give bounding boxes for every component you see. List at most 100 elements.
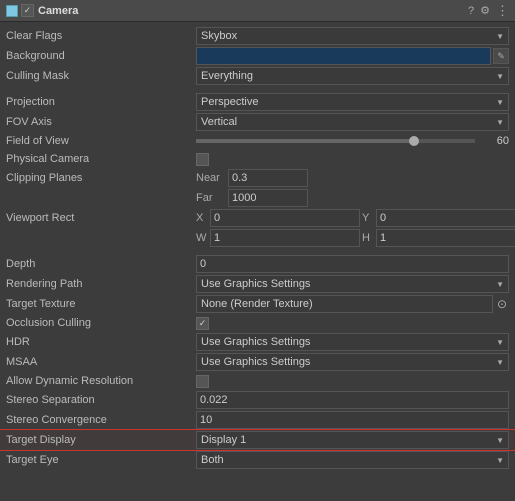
target-texture-value: None (Render Texture) ⊙ [196, 295, 509, 313]
fov-slider-track[interactable] [196, 139, 475, 143]
target-texture-select-icon[interactable]: ⊙ [495, 297, 509, 311]
clear-flags-arrow: ▼ [496, 32, 504, 41]
occlusion-culling-label: Occlusion Culling [6, 317, 196, 329]
rendering-path-value: Use Graphics Settings ▼ [196, 275, 509, 293]
background-edit-icon[interactable]: ✎ [493, 48, 509, 64]
viewport-y-input[interactable] [376, 209, 515, 227]
allow-dynamic-resolution-value [196, 375, 509, 388]
help-icon[interactable]: ? [468, 5, 474, 17]
viewport-x-item: X [196, 209, 360, 227]
far-label: Far [196, 192, 224, 204]
viewport-x-label: X [196, 212, 208, 224]
occlusion-culling-row: Occlusion Culling [0, 314, 515, 332]
panel-type-icon [6, 5, 18, 17]
fov-slider-value: 60 [479, 135, 509, 147]
viewport-h-label: H [362, 232, 374, 244]
physical-camera-row: Physical Camera [0, 150, 515, 168]
viewport-h-input[interactable] [376, 229, 515, 247]
clear-flags-dropdown[interactable]: Skybox ▼ [196, 27, 509, 45]
near-label: Near [196, 172, 224, 184]
viewport-rect-label: Viewport Rect [6, 212, 196, 224]
viewport-w-item: W [196, 229, 360, 247]
physical-camera-value [196, 153, 509, 166]
physical-camera-label: Physical Camera [6, 153, 196, 165]
occlusion-culling-checkbox[interactable] [196, 317, 209, 330]
viewport-h-item: H [362, 229, 515, 247]
far-input[interactable] [228, 189, 308, 207]
depth-input[interactable] [196, 255, 509, 273]
rendering-path-dropdown[interactable]: Use Graphics Settings ▼ [196, 275, 509, 293]
depth-value [196, 255, 509, 273]
viewport-xy-grid: X Y [196, 209, 515, 227]
target-display-dropdown[interactable]: Display 1 ▼ [196, 431, 509, 449]
target-eye-label: Target Eye [6, 454, 196, 466]
clear-flags-row: Clear Flags Skybox ▼ [0, 26, 515, 46]
fov-axis-label: FOV Axis [6, 116, 196, 128]
fov-slider-thumb [409, 136, 419, 146]
clipping-near-row: Clipping Planes Near [0, 168, 515, 188]
field-of-view-label: Field of View [6, 135, 196, 147]
viewport-w-input[interactable] [210, 229, 360, 247]
projection-row: Projection Perspective ▼ [0, 92, 515, 112]
background-color-swatch[interactable] [196, 47, 491, 65]
stereo-separation-row: Stereo Separation [0, 390, 515, 410]
clipping-far-row: Far [0, 188, 515, 208]
hdr-label: HDR [6, 336, 196, 348]
near-far-container: Near [196, 169, 509, 187]
allow-dynamic-resolution-checkbox[interactable] [196, 375, 209, 388]
stereo-convergence-input[interactable] [196, 411, 509, 429]
viewport-wh-grid: W H [196, 229, 515, 247]
msaa-row: MSAA Use Graphics Settings ▼ [0, 352, 515, 372]
target-eye-arrow: ▼ [496, 456, 504, 465]
clear-flags-value: Skybox ▼ [196, 27, 509, 45]
stereo-separation-label: Stereo Separation [6, 394, 196, 406]
culling-mask-dropdown[interactable]: Everything ▼ [196, 67, 509, 85]
target-texture-label: Target Texture [6, 298, 196, 310]
viewport-y-label: Y [362, 212, 374, 224]
header-right: ? ⚙ ⋮ [468, 3, 509, 19]
camera-panel: ✓ Camera ? ⚙ ⋮ Clear Flags Skybox ▼ Back… [0, 0, 515, 474]
depth-row: Depth [0, 254, 515, 274]
projection-dropdown[interactable]: Perspective ▼ [196, 93, 509, 111]
viewport-y-item: Y [362, 209, 515, 227]
stereo-separation-input[interactable] [196, 391, 509, 409]
fov-axis-row: FOV Axis Vertical ▼ [0, 112, 515, 132]
rendering-path-row: Rendering Path Use Graphics Settings ▼ [0, 274, 515, 294]
target-display-label: Target Display [6, 434, 196, 446]
hdr-row: HDR Use Graphics Settings ▼ [0, 332, 515, 352]
target-display-value: Display 1 ▼ [196, 431, 509, 449]
stereo-convergence-label: Stereo Convergence [6, 414, 196, 426]
culling-mask-arrow: ▼ [496, 72, 504, 81]
hdr-dropdown[interactable]: Use Graphics Settings ▼ [196, 333, 509, 351]
hdr-arrow: ▼ [496, 338, 504, 347]
viewport-w-label: W [196, 232, 208, 244]
background-row: Background ✎ [0, 46, 515, 66]
target-texture-dropdown[interactable]: None (Render Texture) [196, 295, 493, 313]
near-input[interactable] [228, 169, 308, 187]
projection-arrow: ▼ [496, 98, 504, 107]
target-eye-value: Both ▼ [196, 451, 509, 469]
fov-axis-value: Vertical ▼ [196, 113, 509, 131]
allow-dynamic-resolution-label: Allow Dynamic Resolution [6, 375, 196, 387]
physical-camera-checkbox[interactable] [196, 153, 209, 166]
component-enable-toggle[interactable]: ✓ [21, 4, 34, 17]
settings-icon[interactable]: ⚙ [480, 4, 490, 17]
msaa-dropdown[interactable]: Use Graphics Settings ▼ [196, 353, 509, 371]
stereo-convergence-row: Stereo Convergence [0, 410, 515, 430]
clear-flags-label: Clear Flags [6, 30, 196, 42]
target-eye-row: Target Eye Both ▼ [0, 450, 515, 470]
menu-icon[interactable]: ⋮ [496, 3, 509, 19]
projection-value: Perspective ▼ [196, 93, 509, 111]
background-label: Background [6, 50, 196, 62]
viewport-x-input[interactable] [210, 209, 360, 227]
viewport-xy-value: X Y [196, 209, 515, 227]
projection-label: Projection [6, 96, 196, 108]
target-eye-dropdown[interactable]: Both ▼ [196, 451, 509, 469]
fov-slider-container: 60 [196, 135, 509, 147]
fov-slider-fill [196, 139, 414, 143]
panel-header-icons: ✓ [6, 4, 34, 17]
properties-content: Clear Flags Skybox ▼ Background ✎ Cullin… [0, 22, 515, 474]
fov-axis-dropdown[interactable]: Vertical ▼ [196, 113, 509, 131]
rendering-path-label: Rendering Path [6, 278, 196, 290]
background-value: ✎ [196, 47, 509, 65]
